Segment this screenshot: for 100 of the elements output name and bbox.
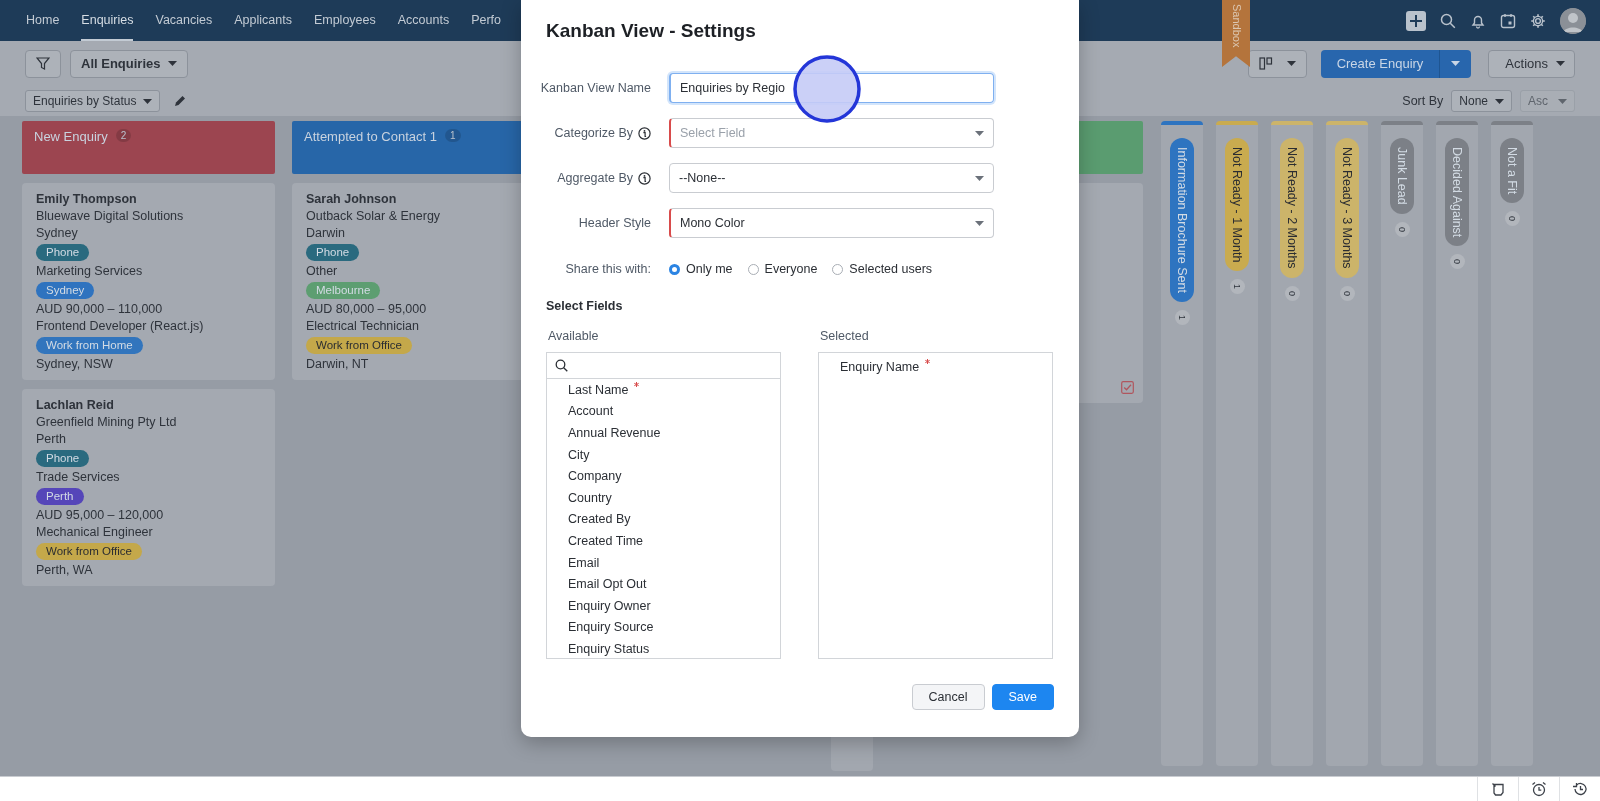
sort-dropdown[interactable]: None bbox=[1451, 90, 1512, 112]
caret-icon bbox=[1286, 61, 1296, 66]
caret-icon bbox=[975, 130, 984, 136]
card-field: Frontend Developer (React.js) bbox=[36, 318, 204, 335]
list-item[interactable]: Enquiry Owner bbox=[568, 598, 651, 613]
view-dropdown[interactable]: All Enquiries bbox=[70, 49, 189, 78]
card-field: Trade Services bbox=[36, 469, 120, 486]
column-title: Information Brochure Sent bbox=[1170, 138, 1194, 302]
actions-button[interactable]: Actions bbox=[1488, 49, 1575, 78]
list-item[interactable]: Email Opt Out bbox=[568, 577, 647, 592]
list-label: Selected bbox=[820, 329, 870, 343]
list-item[interactable]: Last Name bbox=[568, 382, 629, 397]
nav-tab[interactable]: Applicants bbox=[234, 0, 292, 41]
list-label: Available bbox=[548, 329, 600, 343]
history-icon[interactable] bbox=[1572, 781, 1588, 797]
tag: Phone bbox=[36, 450, 90, 467]
list-item[interactable]: Created Time bbox=[568, 533, 644, 548]
card-field: Sydney, NSW bbox=[36, 356, 113, 373]
collapsed-column[interactable]: Not Ready - 3 Months 0 bbox=[1326, 121, 1368, 766]
card-field: Outback Solar & Energy bbox=[306, 208, 441, 225]
column-title: Not Ready - 1 Month bbox=[1225, 138, 1249, 272]
collapsed-column[interactable]: Not Ready - 1 Month 1 bbox=[1216, 121, 1258, 766]
list-item[interactable]: Created By bbox=[568, 512, 631, 527]
card-field: AUD 95,000 – 120,000 bbox=[36, 507, 164, 524]
card-title: Sarah Johnson bbox=[306, 191, 397, 208]
filter-icon bbox=[36, 57, 50, 70]
radio-option[interactable]: Only me bbox=[669, 262, 733, 276]
column-title: Not a Fit bbox=[1500, 138, 1524, 204]
count-badge: 0 bbox=[1394, 221, 1410, 237]
checkbox-icon[interactable] bbox=[1121, 381, 1134, 394]
column-title: Attempted to Contact 1 bbox=[304, 129, 437, 144]
enquiry-card[interactable]: Lachlan Reid Greenfield Mining Pty Ltd Perth Phone Trade Services Perth AUD 95,000 – 120,000 Mechanical Engineer Work from Office Perth, WA bbox=[22, 389, 275, 586]
select-field[interactable]: Mono Color bbox=[669, 208, 994, 238]
card-field: Greenfield Mining Pty Ltd bbox=[36, 414, 177, 431]
layout-dropdown[interactable] bbox=[1247, 49, 1307, 78]
select-field[interactable]: --None-- bbox=[669, 163, 994, 193]
card-title: Emily Thompson bbox=[36, 191, 137, 208]
list-item[interactable]: Enquiry Source bbox=[568, 620, 654, 635]
list-item[interactable]: City bbox=[568, 447, 590, 462]
radio-option[interactable]: Everyone bbox=[747, 262, 818, 276]
card-field: AUD 90,000 – 110,000 bbox=[36, 301, 163, 318]
card-field: Mechanical Engineer bbox=[36, 524, 153, 541]
count-badge: 1 bbox=[444, 129, 461, 142]
avatar[interactable] bbox=[1560, 7, 1586, 34]
card-field: Sydney bbox=[36, 225, 78, 242]
tag: Perth bbox=[36, 488, 84, 505]
card-field: Perth bbox=[36, 431, 66, 448]
field-label: Aggregate By bbox=[557, 171, 633, 185]
collapsed-column[interactable]: Junk Lead 0 bbox=[1381, 121, 1423, 766]
add-icon[interactable] bbox=[1406, 10, 1426, 31]
search-icon[interactable] bbox=[1440, 12, 1456, 29]
caret-icon bbox=[1556, 61, 1565, 66]
calendar-icon[interactable] bbox=[1500, 12, 1516, 29]
list-item[interactable]: Enquiry Status bbox=[568, 641, 650, 656]
caret-icon bbox=[1451, 61, 1461, 66]
enquiry-card[interactable]: Emily Thompson Bluewave Digital Solutions Sydney Phone Marketing Services Sydney AUD 90,000 – 110,000 Frontend Developer (React.js) Work from Home Sydney, NSW bbox=[22, 183, 275, 380]
tag: Work from Home bbox=[36, 337, 143, 354]
nav-tab[interactable]: Employees bbox=[313, 0, 376, 41]
caret-icon bbox=[143, 98, 153, 104]
create-button[interactable]: Create Enquiry bbox=[1320, 49, 1472, 78]
count-badge: 0 bbox=[1504, 211, 1520, 227]
card-field: Other bbox=[306, 263, 338, 280]
filter-button[interactable] bbox=[25, 49, 61, 78]
collapsed-column[interactable]: Not Ready - 2 Months 0 bbox=[1271, 121, 1313, 766]
radio-option[interactable]: Selected users bbox=[832, 262, 933, 276]
collapsed-column[interactable]: Information Brochure Sent 1 bbox=[1161, 121, 1203, 766]
dialog-title: Kanban View - Settings bbox=[546, 20, 757, 42]
click-marker bbox=[793, 55, 861, 123]
field-label: Header Style bbox=[578, 216, 651, 230]
nav-tab[interactable]: Perfo bbox=[471, 0, 502, 41]
card-field: Marketing Services bbox=[36, 263, 143, 280]
pencil-icon[interactable] bbox=[174, 95, 187, 107]
settings-icon[interactable] bbox=[1530, 12, 1546, 29]
nav-tab[interactable]: Accounts bbox=[397, 0, 450, 41]
section-title: Select Fields bbox=[546, 299, 624, 313]
cancel-button[interactable]: Cancel bbox=[911, 684, 985, 710]
list-item[interactable]: Enquiry Name bbox=[840, 359, 920, 374]
tag: Melbourne bbox=[306, 282, 381, 299]
field-label: Kanban View Name bbox=[540, 81, 651, 95]
list-item[interactable]: Annual Revenue bbox=[568, 426, 661, 440]
count-badge: 0 bbox=[1449, 254, 1465, 270]
nav-tab[interactable]: Home bbox=[26, 0, 60, 41]
list-item[interactable]: Company bbox=[568, 469, 622, 484]
card-title: Lachlan Reid bbox=[36, 397, 114, 414]
list-item[interactable]: Account bbox=[568, 404, 614, 419]
alarm-clock-icon[interactable] bbox=[1531, 781, 1547, 797]
card-field: Bluewave Digital Solutions bbox=[36, 208, 184, 225]
nav-tab[interactable]: Vacancies bbox=[155, 0, 213, 41]
card-field: Darwin bbox=[306, 225, 345, 242]
save-button[interactable]: Save bbox=[991, 684, 1054, 710]
layout-dropdown[interactable]: Enquiries by Status bbox=[25, 90, 161, 112]
count-badge: 0 bbox=[1284, 285, 1300, 301]
list-item[interactable]: Email bbox=[568, 555, 600, 570]
sort-label: Sort By bbox=[1402, 94, 1444, 108]
collapsed-column[interactable]: Decided Against 0 bbox=[1436, 121, 1478, 766]
card-field: Perth, WA bbox=[36, 562, 93, 579]
list-item[interactable]: Country bbox=[568, 490, 612, 505]
search-icon[interactable] bbox=[555, 359, 568, 372]
note-icon[interactable] bbox=[1490, 781, 1506, 797]
collapsed-column[interactable]: Not a Fit 0 bbox=[1491, 121, 1533, 766]
